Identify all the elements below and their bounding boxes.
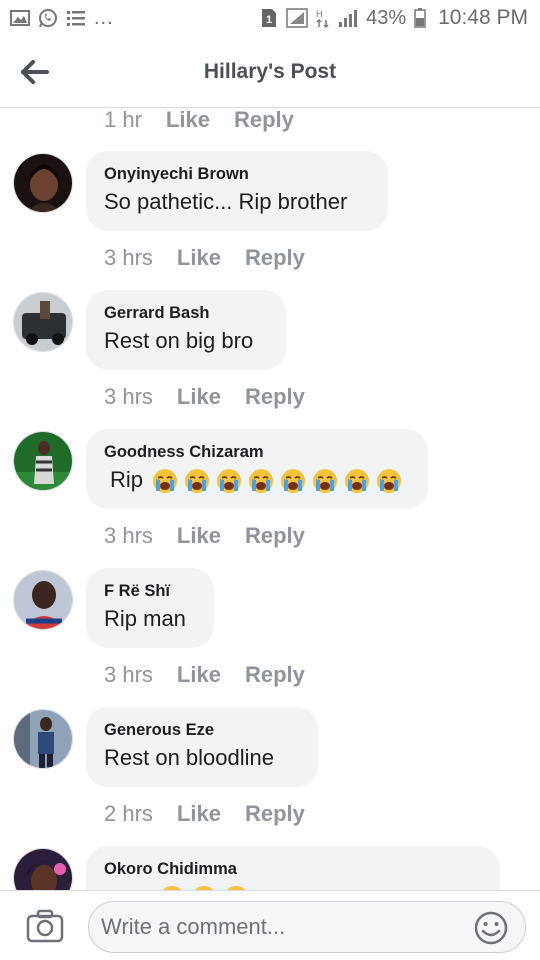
comment-text (104, 882, 482, 890)
emoji-row (151, 467, 403, 495)
comment-composer (0, 890, 540, 960)
loudly-crying-face-icon (281, 469, 306, 494)
loudly-crying-face-icon (185, 469, 210, 494)
status-bar-left: ... (10, 7, 114, 30)
comment-input[interactable] (88, 901, 526, 953)
image-icon (10, 9, 30, 27)
comment-bubble: Generous Eze Rest on bloodline (86, 707, 318, 787)
loudly-crying-face-icon (153, 469, 178, 494)
sim-badge: 1 (266, 14, 272, 26)
comment-author[interactable]: Okoro Chidimma (104, 858, 482, 880)
loudly-crying-face-icon (377, 469, 402, 494)
comment-time: 3 hrs (104, 384, 153, 409)
comment-text: Rip man (104, 606, 186, 631)
back-button[interactable] (18, 56, 52, 88)
avatar[interactable] (13, 153, 73, 213)
reply-button[interactable]: Reply (234, 109, 294, 133)
status-bar-right: 1 H 43% 10:48 PM (260, 6, 528, 30)
comment-text: Rip (104, 465, 410, 495)
comment-time: 2 hrs (104, 801, 153, 826)
page-title: Hillary's Post (203, 59, 337, 83)
reply-button[interactable]: Reply (245, 662, 305, 688)
comment-actions: 3 hrs Like Reply (104, 245, 329, 271)
comments-feed[interactable]: 1 hr Like Reply Onyinyechi Brown So path… (0, 109, 540, 890)
reply-button[interactable]: Reply (245, 523, 305, 549)
signal-box-icon (286, 8, 308, 28)
comment-bubble: Onyinyechi Brown So pathetic... Rip brot… (86, 151, 388, 231)
reply-button[interactable]: Reply (245, 384, 305, 410)
avatar[interactable] (13, 709, 73, 769)
like-button[interactable]: Like (177, 523, 221, 549)
comment-bubble: Okoro Chidimma (86, 846, 500, 890)
emoji-picker-button[interactable] (474, 911, 508, 945)
camera-button[interactable] (26, 909, 64, 945)
reply-button[interactable]: Reply (245, 245, 305, 271)
cell-signal-icon (338, 8, 358, 28)
comment-text: Rest on bloodline (104, 745, 275, 770)
comment-time: 3 hrs (104, 662, 153, 687)
loudly-crying-face-icon (249, 469, 274, 494)
comment-author[interactable]: Generous Eze (104, 719, 300, 741)
comment-time: 3 hrs (104, 245, 153, 270)
like-button[interactable]: Like (177, 245, 221, 271)
avatar[interactable] (13, 570, 73, 630)
whatsapp-icon (38, 8, 58, 28)
reply-button[interactable]: Reply (245, 801, 305, 827)
avatar[interactable] (13, 292, 73, 352)
comment-time: 3 hrs (104, 523, 153, 548)
comment-author[interactable]: Gerrard Bash (104, 302, 268, 324)
screen: ... 1 H 43% 10:48 PM Hillary's Post 1 hr… (0, 0, 540, 960)
comment-author[interactable]: F Rë Shï (104, 580, 196, 602)
comment-author[interactable]: Onyinyechi Brown (104, 163, 370, 185)
comment-time: 1 hr (104, 109, 142, 132)
like-button[interactable]: Like (177, 384, 221, 410)
comment-actions: 2 hrs Like Reply (104, 801, 329, 827)
comment-bubble: Gerrard Bash Rest on big bro (86, 290, 286, 370)
comment-actions: 3 hrs Like Reply (104, 662, 329, 688)
like-button[interactable]: Like (177, 801, 221, 827)
like-button[interactable]: Like (177, 662, 221, 688)
battery-icon (414, 8, 426, 28)
comment-text: Rest on big bro (104, 328, 254, 353)
svg-text:H: H (316, 9, 323, 19)
battery-percent: 43% (366, 6, 407, 29)
comment-actions: 3 hrs Like Reply (104, 523, 329, 549)
like-button[interactable]: Like (166, 109, 210, 133)
comment-bubble: Goodness Chizaram Rip (86, 429, 428, 509)
camera-icon (26, 909, 64, 943)
list-icon (66, 9, 86, 27)
loudly-crying-face-icon (217, 469, 242, 494)
loudly-crying-face-icon (313, 469, 338, 494)
avatar[interactable] (13, 848, 73, 890)
top-app-bar: Hillary's Post (0, 36, 540, 108)
back-arrow-icon (21, 60, 49, 84)
avatar[interactable] (13, 431, 73, 491)
clock: 10:48 PM (438, 6, 528, 29)
comment-author[interactable]: Goodness Chizaram (104, 441, 410, 463)
comment-actions: 1 hr Like Reply (104, 109, 318, 133)
data-arrows-icon: H (316, 8, 330, 28)
loudly-crying-face-icon (345, 469, 370, 494)
comment-actions: 3 hrs Like Reply (104, 384, 329, 410)
smiley-icon (474, 911, 508, 945)
status-bar: ... 1 H 43% 10:48 PM (0, 0, 540, 36)
more-notifications: ... (94, 6, 114, 29)
comment-text: So pathetic... Rip brother (104, 189, 348, 214)
sim-card-icon: 1 (260, 8, 278, 28)
comment-text-rip: Rip (110, 467, 144, 492)
comment-bubble: F Rë Shï Rip man (86, 568, 214, 648)
